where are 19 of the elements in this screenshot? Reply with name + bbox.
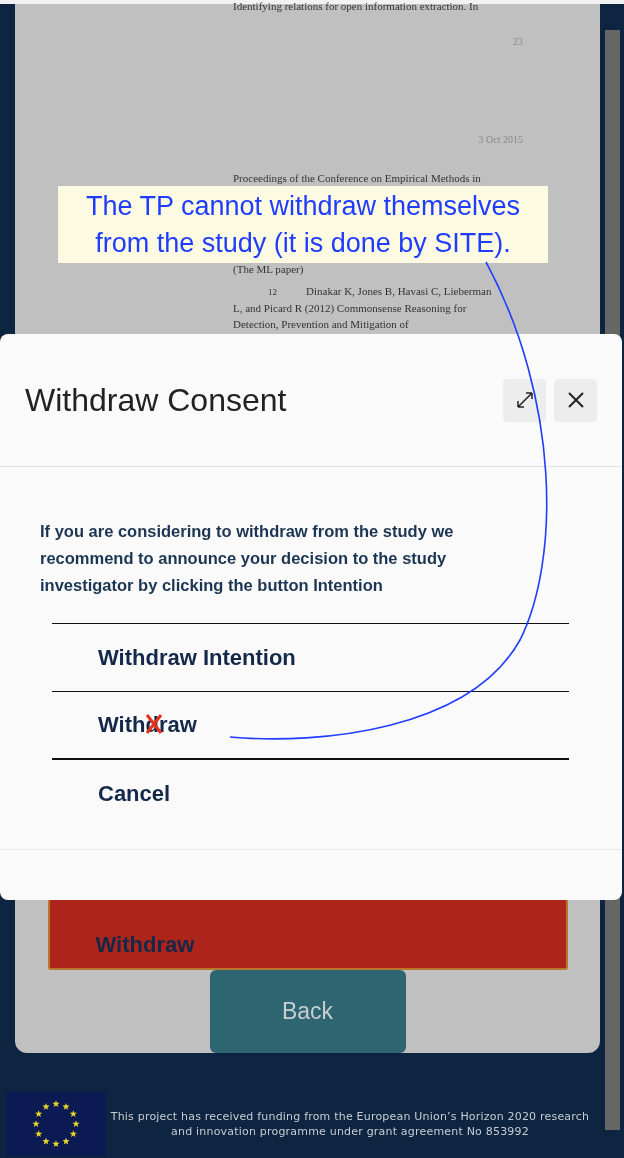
close-button[interactable] <box>554 378 597 422</box>
option-button[interactable]: Withdraw Intention <box>52 623 569 691</box>
document-line: Detection, Prevention and Mitigation of <box>233 317 409 332</box>
expand-button[interactable] <box>503 378 546 422</box>
document-line: L, and Picard R (2012) Commonsense Reasoning for <box>233 301 467 316</box>
document-line: Dinakar K, Jones B, Havasi C, Lieberman <box>306 285 492 297</box>
eu-flag-icon <box>6 1092 106 1156</box>
back-button[interactable]: Back <box>209 970 406 1053</box>
modal-message: If you are considering to withdraw from the study we recommend to announce your decision to the study investigator by clicking the button Intention <box>40 521 455 596</box>
document-line: (The ML paper) <box>233 262 304 277</box>
funding-text: This project has received funding from the European Union’s Horizon 2020 research and innovation programme under grant agreement No 853992 <box>110 1109 590 1139</box>
option-button[interactable]: Cancel <box>52 759 569 827</box>
annotation-callout: The TP cannot withdraw themselves from the study (it is done by SITE). <box>58 186 548 263</box>
close-icon <box>565 390 586 410</box>
reference-number: 12 <box>268 287 277 297</box>
document-line: Proceedings of the Conference on Empirical Methods in <box>233 171 481 186</box>
document-line: Identifying relations for open information extraction. In <box>233 0 479 14</box>
expand-icon <box>514 390 535 410</box>
modal-title: Withdraw Consent <box>25 381 288 419</box>
